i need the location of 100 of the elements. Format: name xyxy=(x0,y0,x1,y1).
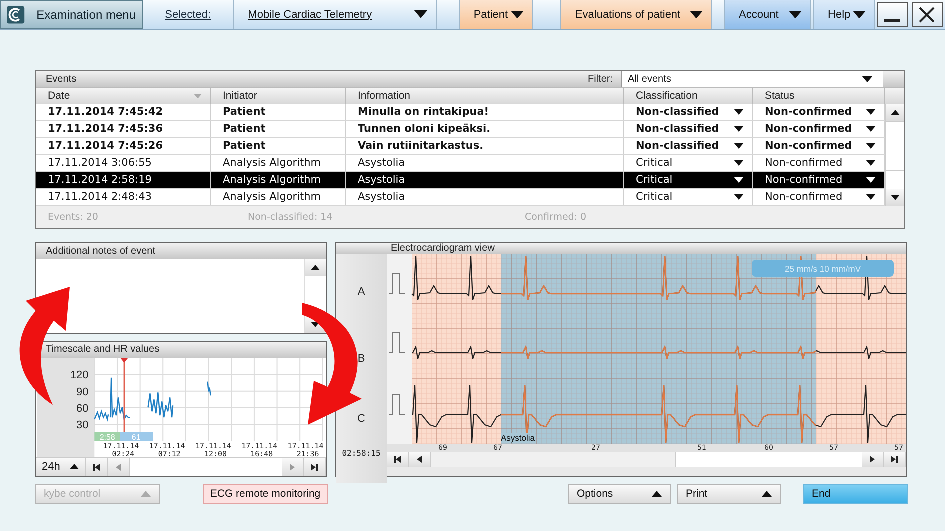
scrollbar[interactable] xyxy=(885,104,904,206)
caret-icon xyxy=(734,194,744,200)
heart-rate-badge: 61 xyxy=(120,432,154,442)
event-row[interactable]: 17.11.2014 7:45:36 Patient Tunnen oloni kipeäksi. Non-classified Non-confirmed xyxy=(36,121,885,138)
lead-label: C xyxy=(358,412,366,427)
panel-title: Timescale and HR values xyxy=(45,344,160,356)
close-icon xyxy=(918,6,936,24)
time-label: 02:58:15 xyxy=(342,449,381,458)
minimize-icon xyxy=(884,19,900,22)
event-row[interactable]: 17.11.2014 3:06:55 Analysis Algorithm Asystolia Critical Non-confirmed xyxy=(36,155,885,172)
table-cell: Vain rutiinitarkastus. xyxy=(346,138,624,154)
filter-label: Filter: xyxy=(588,74,614,84)
menu-dropdown[interactable]: Account xyxy=(725,0,812,29)
classification-dropdown[interactable]: Non-classified xyxy=(624,104,753,120)
caret-icon xyxy=(866,126,876,132)
scroll-thumb[interactable] xyxy=(431,452,676,467)
step-left-button[interactable] xyxy=(409,452,431,467)
action-button[interactable]: End xyxy=(803,484,908,504)
table-cell: Asystolia xyxy=(346,172,624,188)
skip-start-icon xyxy=(394,456,401,463)
action-button[interactable]: ECG remote monitoring xyxy=(203,484,328,504)
table-cell: 17.11.2014 2:48:43 xyxy=(36,189,211,205)
summary-text: Confirmed: 0 xyxy=(524,212,588,222)
classification-dropdown[interactable]: Non-classified xyxy=(624,138,753,154)
caret-icon xyxy=(734,143,744,149)
filter-dropdown[interactable]: All events xyxy=(621,71,883,87)
close-button[interactable] xyxy=(912,2,944,27)
event-row[interactable]: 17.11.2014 2:48:43 Analysis Algorithm Asystolia Critical Non-confirmed xyxy=(36,189,885,206)
caret-icon xyxy=(866,194,876,200)
classification-dropdown[interactable]: Critical xyxy=(624,189,753,205)
axis-label: 60 xyxy=(76,402,89,415)
skip-end-button[interactable] xyxy=(304,458,326,476)
caret-icon xyxy=(852,10,866,18)
selection-dropdown[interactable]: Mobile Cardiac Telemetry xyxy=(234,0,437,29)
skip-end-icon xyxy=(891,456,898,463)
skip-start-button[interactable] xyxy=(387,452,409,467)
column-title: Information xyxy=(358,90,411,102)
scroll-thumb[interactable] xyxy=(886,121,904,171)
column-title: Date xyxy=(48,90,70,102)
classification-dropdown[interactable]: Critical xyxy=(624,155,753,171)
scroll-up-button[interactable] xyxy=(305,259,326,276)
menu-dropdown[interactable]: Patient xyxy=(460,0,534,29)
action-button[interactable]: Print xyxy=(677,484,781,504)
table-cell: 17.11.2014 2:58:19 xyxy=(36,172,211,188)
menu-dropdown[interactable]: Evaluations of patient xyxy=(561,0,712,29)
table-cell: 17.11.2014 7:45:36 xyxy=(36,121,211,137)
caret-icon xyxy=(866,177,876,183)
event-row[interactable]: 17.11.2014 2:58:19 Analysis Algorithm Asystolia Critical Non-confirmed xyxy=(36,172,885,189)
step-left-icon xyxy=(417,456,422,463)
classification-dropdown[interactable]: Non-classified xyxy=(624,121,753,137)
table-cell: Minulla on rintakipua! xyxy=(346,104,624,120)
classification-dropdown[interactable]: Critical xyxy=(624,172,753,188)
action-button[interactable]: Options xyxy=(568,484,671,504)
skip-end-button[interactable] xyxy=(884,452,906,467)
column-title: Status xyxy=(765,90,795,102)
examination-menu-button[interactable]: Examination menu xyxy=(0,0,143,29)
caret-icon xyxy=(511,10,524,18)
table-cell: Analysis Algorithm xyxy=(211,172,346,188)
scale-label: 25 mm/s 10 mm/mV xyxy=(752,260,894,277)
lead-label: B xyxy=(358,352,366,367)
panel-title: Additional notes of event xyxy=(45,246,156,256)
caret-icon xyxy=(734,177,744,183)
summary-text: Events: 20 xyxy=(47,212,100,222)
caret-icon xyxy=(866,143,876,149)
step-right-button[interactable] xyxy=(862,452,884,467)
skip-end-icon xyxy=(311,464,318,471)
caret-icon xyxy=(141,491,151,497)
panel-title: Electrocardiogram view xyxy=(391,243,495,254)
selected-link[interactable]: Selected: xyxy=(165,8,212,20)
caret-icon xyxy=(70,464,79,470)
table-cell: Analysis Algorithm xyxy=(211,155,346,171)
scroll-up-button[interactable] xyxy=(886,104,904,121)
caret-icon xyxy=(414,10,428,19)
table-cell: Patient xyxy=(211,121,346,137)
scroll-down-button[interactable] xyxy=(886,189,904,206)
caret-icon xyxy=(866,109,876,115)
caret-icon xyxy=(890,110,900,116)
skip-start-button[interactable] xyxy=(86,458,108,476)
axis-label: 30 xyxy=(76,420,89,432)
axis-label: 120 xyxy=(70,370,89,382)
table-cell: Patient xyxy=(211,104,346,120)
caret-icon xyxy=(789,10,802,18)
caret-icon xyxy=(862,76,873,82)
caret-icon xyxy=(194,94,202,98)
summary-text: Non-classified: 14 xyxy=(247,212,334,222)
table-cell: Tunnen oloni kipeäksi. xyxy=(346,121,624,137)
menu-dropdown[interactable]: Help xyxy=(814,0,875,29)
range-dropdown[interactable]: 24h xyxy=(36,458,86,476)
caret-icon xyxy=(762,491,772,497)
table-cell: 17.11.2014 7:45:26 xyxy=(36,138,211,154)
skip-start-icon xyxy=(93,464,100,471)
table-cell: Asystolia xyxy=(346,189,624,205)
table-cell: 17.11.2014 7:45:42 xyxy=(36,104,211,120)
step-left-icon xyxy=(116,464,121,471)
minimize-button[interactable] xyxy=(876,2,908,27)
step-right-icon xyxy=(870,456,875,463)
event-row[interactable]: 17.11.2014 7:45:42 Patient Minulla on rintakipua! Non-classified Non-confirmed xyxy=(36,104,885,121)
caret-icon xyxy=(890,194,900,200)
event-row[interactable]: 17.11.2014 7:45:26 Patient Vain rutiinitarkastus. Non-classified Non-confirmed xyxy=(36,138,885,155)
event-label: Asystolia xyxy=(501,433,536,443)
